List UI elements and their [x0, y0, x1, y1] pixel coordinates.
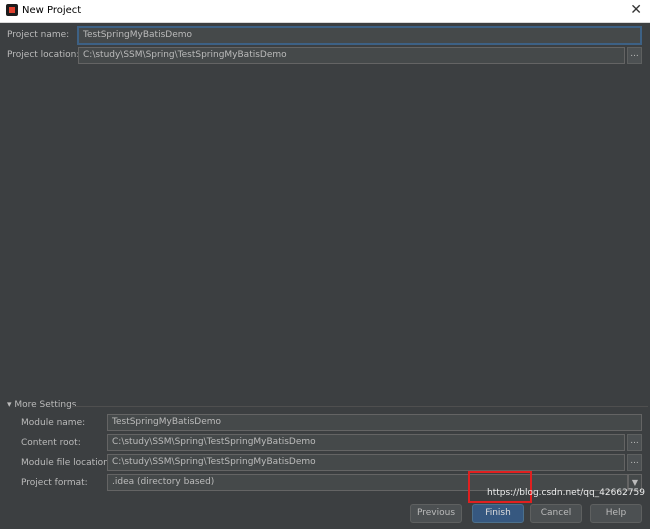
project-format-label: Project format:	[21, 478, 88, 488]
project-location-browse-button[interactable]: ...	[627, 47, 642, 64]
help-button[interactable]: Help	[590, 504, 642, 523]
finish-button[interactable]: Finish	[472, 504, 524, 523]
dialog-content: Project name: TestSpringMyBatisDemo Proj…	[0, 23, 650, 529]
module-name-label: Module name:	[21, 418, 86, 428]
intellij-app-icon	[6, 4, 18, 16]
module-file-location-input[interactable]: C:\study\SSM\Spring\TestSpringMyBatisDem…	[107, 454, 625, 471]
project-location-input[interactable]: C:\study\SSM\Spring\TestSpringMyBatisDem…	[78, 47, 625, 64]
separator	[72, 406, 648, 407]
content-root-browse-button[interactable]: ...	[627, 434, 642, 451]
module-name-input[interactable]: TestSpringMyBatisDemo	[107, 414, 642, 431]
empty-panel	[2, 67, 648, 419]
module-file-location-browse-button[interactable]: ...	[627, 454, 642, 471]
cancel-button[interactable]: Cancel	[530, 504, 582, 523]
watermark-text: https://blog.csdn.net/qq_42662759	[486, 488, 645, 498]
project-name-label: Project name:	[7, 30, 70, 40]
more-settings-toggle[interactable]: ▾ More Settings	[7, 400, 76, 410]
project-location-label: Project location:	[7, 50, 80, 60]
previous-button[interactable]: Previous	[410, 504, 462, 523]
project-name-input[interactable]: TestSpringMyBatisDemo	[78, 27, 641, 44]
window-title: New Project	[22, 5, 82, 16]
module-file-location-label: Module file location:	[21, 458, 112, 468]
content-root-input[interactable]: C:\study\SSM\Spring\TestSpringMyBatisDem…	[107, 434, 625, 451]
content-root-label: Content root:	[21, 438, 81, 448]
highlight-annotation-box	[468, 471, 532, 503]
close-icon[interactable]: ✕	[630, 2, 642, 18]
title-bar: New Project ✕	[0, 0, 650, 23]
